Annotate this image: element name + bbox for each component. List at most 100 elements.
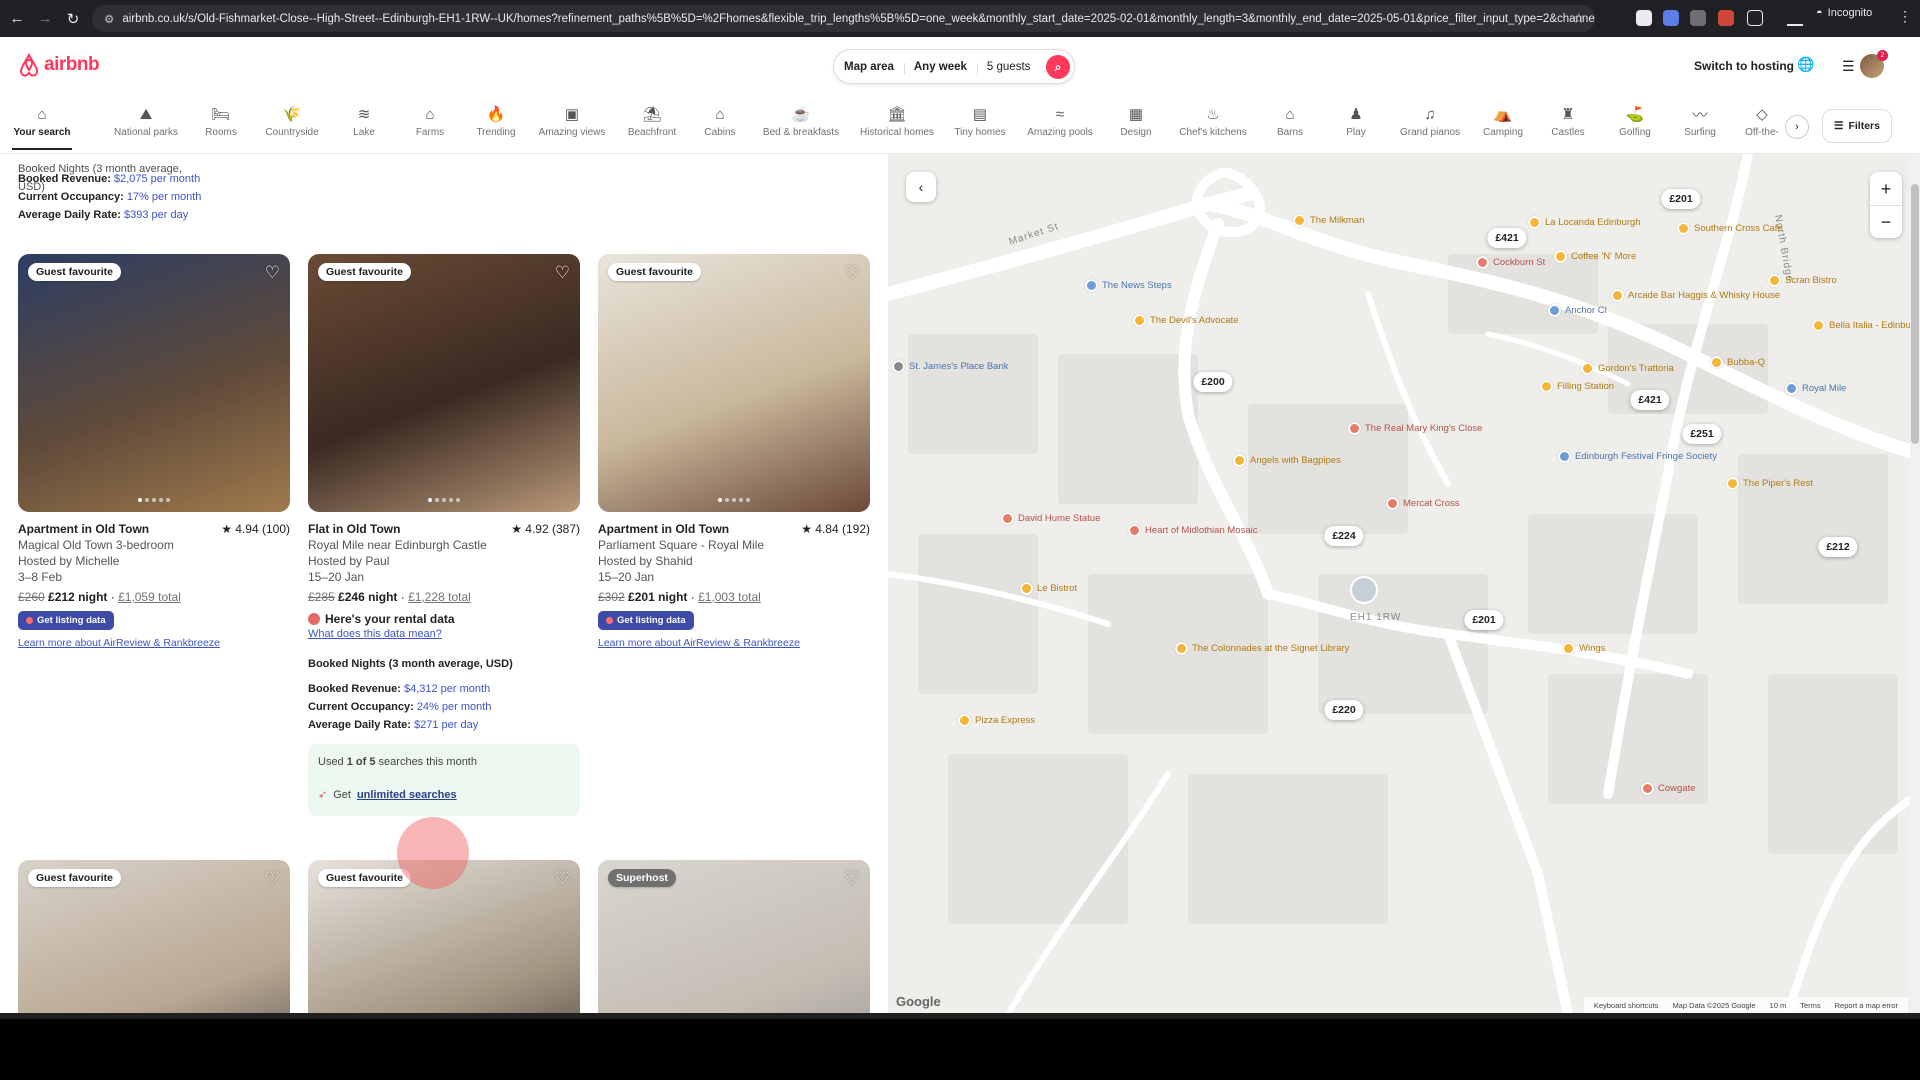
browser-menu-icon[interactable]: ⋮ xyxy=(1898,8,1912,25)
extension-icon[interactable] xyxy=(1663,10,1679,26)
map-poi[interactable]: St. James's Place Bank xyxy=(892,360,1009,373)
map-poi[interactable]: Royal Mile xyxy=(1785,382,1846,395)
map-poi[interactable]: Heart of Midlothian Mosaic xyxy=(1128,524,1257,537)
map-poi[interactable]: Edinburgh Festival Fringe Society xyxy=(1558,450,1717,463)
globe-icon[interactable]: 🌐 xyxy=(1797,56,1814,73)
map-price-pin[interactable]: £200 xyxy=(1193,372,1233,392)
map-poi[interactable]: The Piper's Rest xyxy=(1726,477,1813,490)
total-price[interactable]: £1,228 total xyxy=(408,590,471,604)
category-off-the[interactable]: ◇ Off-the- xyxy=(1732,104,1792,138)
filters-button[interactable]: ☰ Filters xyxy=(1822,109,1892,143)
map-poi[interactable]: Arcade Bar Haggis & Whisky House xyxy=(1611,289,1780,302)
incognito-indicator[interactable]: ◓ Incognito xyxy=(1816,7,1872,19)
map-poi[interactable]: Angels with Bagpipes xyxy=(1233,454,1341,467)
listing-photo[interactable]: Guest favourite ♡ xyxy=(308,254,580,512)
category-golfing[interactable]: ⛳ Golfing xyxy=(1605,104,1665,138)
learn-more-link[interactable]: Learn more about AirReview & Rankbreeze xyxy=(598,637,870,649)
category-amazing-pools[interactable]: ≈ Amazing pools xyxy=(1027,104,1093,139)
unlimited-searches-link[interactable]: unlimited searches xyxy=(357,789,457,801)
total-price[interactable]: £1,059 total xyxy=(118,590,181,604)
terms-link[interactable]: Terms xyxy=(1800,1001,1820,1010)
heart-icon[interactable]: ♡ xyxy=(265,263,280,283)
category-trending[interactable]: 🔥 Trending xyxy=(466,104,526,138)
bookmark-star-icon[interactable]: ☆ xyxy=(1572,10,1585,27)
report-map-error-link[interactable]: Report a map error xyxy=(1835,1001,1898,1010)
map-poi[interactable]: The Devil's Advocate xyxy=(1133,314,1238,327)
map-poi[interactable]: Gordon's Trattoria xyxy=(1581,362,1674,375)
map-poi[interactable]: Le Bistrot xyxy=(1020,582,1077,595)
map-poi[interactable]: Filling Station xyxy=(1540,380,1614,393)
zoom-out-icon[interactable]: − xyxy=(1870,205,1902,237)
extension-icon[interactable] xyxy=(1718,10,1734,26)
category-farms[interactable]: ⌂ Farms xyxy=(400,104,460,139)
map-price-pin[interactable]: £201 xyxy=(1661,189,1701,209)
search-guests[interactable]: 5 guests xyxy=(976,61,1040,75)
category-play[interactable]: ♟ Play xyxy=(1326,104,1386,138)
heart-icon[interactable]: ♡ xyxy=(555,263,570,283)
map-poi[interactable]: David Hume Statue xyxy=(1001,512,1100,525)
listing-photo[interactable]: Guest favourite ♡ xyxy=(598,254,870,512)
category-design[interactable]: ▦ Design xyxy=(1106,104,1166,138)
map-poi[interactable]: Wings xyxy=(1562,642,1605,655)
map-poi[interactable]: The Milkman xyxy=(1293,214,1364,227)
search-bar[interactable]: Map area Any week 5 guests ⌕ xyxy=(833,49,1075,84)
download-icon[interactable] xyxy=(1787,10,1803,26)
map-price-pin[interactable]: £251 xyxy=(1682,424,1722,444)
categories-next-icon[interactable]: › xyxy=(1785,115,1809,139)
category-countryside[interactable]: 🌾 Countryside xyxy=(262,104,322,138)
zoom-in-icon[interactable]: + xyxy=(1881,173,1892,205)
map-poi[interactable]: Scran Bistro xyxy=(1768,274,1837,287)
map-poi[interactable]: Bubba-Q xyxy=(1710,356,1765,369)
category-barns[interactable]: ⌂ Barns xyxy=(1260,104,1320,139)
reload-icon[interactable]: ↻ xyxy=(62,8,84,30)
listing-photo[interactable]: Superhost ♡ xyxy=(598,860,870,1013)
search-icon[interactable]: ⌕ xyxy=(1046,55,1070,79)
map-poi[interactable]: Bella Italia - Edinburgh Northbridge xyxy=(1812,319,1920,332)
heart-icon[interactable]: ♡ xyxy=(265,869,280,889)
listing-card[interactable]: Superhost ♡ xyxy=(598,860,870,1013)
switch-to-hosting-link[interactable]: Switch to hosting xyxy=(1694,59,1794,73)
map-poi[interactable]: Cockburn St xyxy=(1476,256,1545,269)
map-price-pin[interactable]: £421 xyxy=(1487,228,1527,248)
category-historical-homes[interactable]: 🏛 Historical homes xyxy=(860,104,934,138)
map-poi[interactable]: The Real Mary King's Close xyxy=(1348,422,1482,435)
listing-card[interactable]: Guest favourite ♡ Apartment in Old Town ★… xyxy=(18,254,290,649)
map-poi[interactable]: The Colonnades at the Signet Library xyxy=(1175,642,1349,655)
category-chef-s-kitchens[interactable]: ♨ Chef's kitchens xyxy=(1179,104,1247,138)
map-poi[interactable]: The News Steps xyxy=(1085,279,1172,292)
back-icon[interactable]: ← xyxy=(6,8,28,30)
category-lake[interactable]: ≋ Lake xyxy=(334,104,394,138)
extensions-puzzle-icon[interactable] xyxy=(1747,10,1763,26)
map-poi[interactable]: Mercat Cross xyxy=(1386,497,1459,510)
category-camping[interactable]: ⛺ Camping xyxy=(1473,104,1533,138)
category-castles[interactable]: ♜ Castles xyxy=(1538,104,1598,138)
map-poi[interactable]: Coffee 'N' More xyxy=(1554,250,1636,263)
map-price-pin[interactable]: £220 xyxy=(1324,700,1364,720)
total-price[interactable]: £1,003 total xyxy=(698,590,761,604)
category-amazing-views[interactable]: ▣ Amazing views xyxy=(539,104,606,138)
heart-icon[interactable]: ♡ xyxy=(845,869,860,889)
search-dates[interactable]: Any week xyxy=(903,61,977,75)
get-listing-data-button[interactable]: Get listing data xyxy=(18,611,114,630)
listing-card[interactable]: Guest favourite ♡ Apartment in Old Town ★… xyxy=(598,254,870,649)
category-rooms[interactable]: 🛏 Rooms xyxy=(191,104,251,138)
keyboard-shortcuts-link[interactable]: Keyboard shortcuts xyxy=(1594,1001,1659,1010)
heart-icon[interactable]: ♡ xyxy=(845,263,860,283)
map-price-pin[interactable]: £224 xyxy=(1324,526,1364,546)
category-grand-pianos[interactable]: ♫ Grand pianos xyxy=(1400,104,1460,139)
category-national-parks[interactable]: ⛰ National parks xyxy=(114,104,178,139)
map-poi[interactable]: Cowgate xyxy=(1641,782,1696,795)
heart-icon[interactable]: ♡ xyxy=(555,869,570,889)
map-poi[interactable]: Anchor Cl xyxy=(1548,304,1607,317)
listing-card[interactable]: Guest favourite ♡ xyxy=(18,860,290,1013)
airbnb-logo[interactable]: airbnb xyxy=(18,53,100,77)
map-poi[interactable]: La Locanda Edinburgh xyxy=(1528,216,1641,229)
listing-card[interactable]: Guest favourite ♡ Flat in Old Town ★ 4.92… xyxy=(308,254,580,816)
map-price-pin[interactable]: £421 xyxy=(1630,390,1670,410)
get-listing-data-button[interactable]: Get listing data xyxy=(598,611,694,630)
map-poi[interactable]: Southern Cross Cafe xyxy=(1677,222,1783,235)
map-price-pin[interactable]: £212 xyxy=(1818,537,1858,557)
page-scrollbar[interactable] xyxy=(1910,154,1920,1013)
category-bed-breakfasts[interactable]: ☕ Bed & breakfasts xyxy=(763,104,839,138)
search-location[interactable]: Map area xyxy=(834,61,904,73)
